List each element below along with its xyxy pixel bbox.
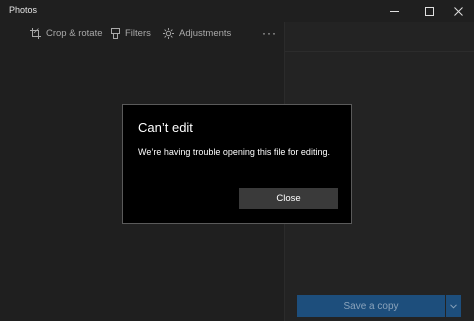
dialog-message: We’re having trouble opening this file f… [138, 147, 330, 157]
cant-edit-dialog: Can’t edit We’re having trouble opening … [122, 104, 352, 224]
dialog-title: Can’t edit [138, 120, 193, 135]
photos-window: Photos Crop & rotate Filters Adjustments… [0, 0, 474, 321]
dialog-close-button[interactable]: Close [239, 188, 338, 209]
modal-overlay: Can’t edit We’re having trouble opening … [0, 0, 474, 321]
